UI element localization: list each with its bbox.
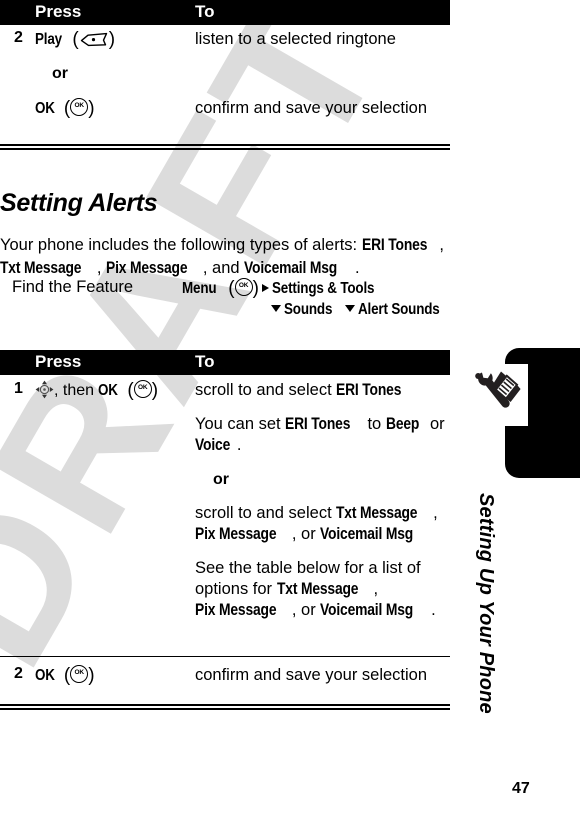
to-cell-primary: listen to a selected ringtone: [195, 29, 445, 50]
to-text: to: [362, 415, 386, 433]
ok-key-icon: [234, 278, 253, 296]
step-number: 2: [14, 29, 23, 46]
to-text: .: [236, 436, 242, 454]
intro-suffix: .: [354, 258, 360, 277]
press-cell-play: Play (): [35, 29, 116, 50]
to-text: .: [431, 601, 436, 619]
column-header-to: To: [195, 352, 215, 371]
column-header-press: Press: [35, 2, 82, 21]
intro-prefix: Your phone includes the following types …: [0, 235, 362, 254]
term-voice: Voice: [195, 436, 231, 454]
to-text: confirm and save your selection: [195, 666, 428, 684]
ok-key-icon: [133, 380, 152, 398]
menu-path-settings-tools: Settings & Tools: [271, 280, 375, 297]
ok-key-icon: [70, 98, 89, 116]
term-txt-message: Txt Message: [276, 580, 359, 598]
page-title: Setting Alerts: [0, 188, 158, 217]
to-text: listen to a selected ringtone: [195, 30, 396, 48]
column-header-to: To: [195, 2, 215, 21]
table-row: 1 , then OK () scroll to and select ERI …: [0, 375, 450, 657]
menu-path-alert-sounds: Alert Sounds: [357, 301, 440, 318]
table-bottom-rule: [0, 704, 450, 710]
to-text: You can set: [195, 415, 286, 433]
table-header-row: Press To: [0, 350, 450, 375]
to-text: confirm and save your selection: [195, 99, 428, 117]
step-number: 2: [14, 665, 23, 682]
to-paragraph-4: See the table below for a list of option…: [195, 558, 445, 621]
intro-sep: , and: [202, 258, 245, 277]
term-pix-message: Pix Message: [195, 525, 277, 543]
to-paragraph-2: You can set ERI Tones to Beep or Voice.: [195, 414, 445, 456]
to-text: , or: [291, 601, 321, 619]
term-voicemail-msg: Voicemail Msg: [320, 601, 414, 619]
to-paragraph-3: scroll to and select Txt Message, Pix Me…: [195, 503, 445, 545]
menu-path: Menu ()Settings & Tools SoundsAlert Soun…: [182, 278, 457, 320]
alert-term-voicemail-msg: Voicemail Msg: [244, 258, 338, 277]
press-cell-ok: OK (): [35, 98, 190, 120]
find-the-feature-row: Find the Feature Menu ()Settings & Tools…: [0, 278, 460, 326]
term-pix-message: Pix Message: [195, 601, 277, 619]
ok-label: OK: [35, 667, 55, 684]
table-bottom-rule: [0, 144, 450, 150]
to-text: scroll to and select: [195, 381, 337, 399]
step-number: 1: [14, 380, 23, 397]
find-the-feature-label: Find the Feature: [12, 278, 134, 296]
to-paragraph-1: scroll to and select ERI Tones: [195, 380, 445, 401]
column-header-press: Press: [35, 352, 82, 371]
or-separator: or: [52, 65, 68, 82]
intro-sep: ,: [439, 235, 444, 254]
press-cell-ok: OK (): [35, 665, 190, 687]
term-voicemail-msg: Voicemail Msg: [320, 525, 414, 543]
press-then-text: , then: [54, 382, 99, 399]
chevron-down-icon: [344, 305, 355, 312]
alert-term-pix-message: Pix Message: [106, 258, 188, 277]
nav-pad-icon: [35, 380, 54, 399]
to-text: or: [425, 415, 445, 433]
intro-paragraph: Your phone includes the following types …: [0, 234, 470, 280]
ok-label: OK: [35, 100, 55, 117]
table-header-row: Press To: [0, 0, 450, 25]
menu-label: Menu: [182, 280, 217, 297]
softkey-icon: [79, 32, 109, 47]
ok-key-icon: [70, 665, 89, 683]
alert-term-eri-tones: ERI Tones: [361, 235, 427, 254]
table-row: 2 Play () or OK () listen to a selected …: [0, 25, 450, 147]
press-cell-nav-ok: , then OK (): [35, 380, 190, 402]
term-txt-message: Txt Message: [336, 504, 418, 522]
chevron-right-icon: [261, 284, 269, 292]
to-cell: scroll to and select ERI Tones You can s…: [195, 380, 445, 621]
term-eri-tones: ERI Tones: [285, 415, 351, 433]
menu-path-sounds: Sounds: [284, 301, 333, 318]
to-text: ,: [433, 504, 438, 522]
page-number: 47: [512, 780, 530, 797]
to-text: ,: [373, 580, 379, 598]
to-text: , or: [291, 525, 321, 543]
wrench-screwdriver-icon: [468, 362, 530, 424]
term-beep: Beep: [385, 415, 420, 433]
to-cell-secondary: confirm and save your selection: [195, 98, 445, 119]
chevron-down-icon: [271, 305, 282, 312]
table-ringtone-steps: Press To 2 Play () or OK () listen to a …: [0, 0, 450, 150]
table-row: 2 OK () confirm and save your selection: [0, 657, 450, 719]
intro-sep: ,: [96, 258, 107, 277]
or-separator: or: [213, 471, 229, 488]
sidebar-section-title: Setting Up Your Phone: [475, 493, 497, 714]
term-eri-tones: ERI Tones: [336, 381, 402, 399]
table-alert-steps: Press To 1 , then OK () scroll to and se…: [0, 350, 450, 719]
alert-term-txt-message: Txt Message: [0, 258, 82, 277]
play-label: Play: [35, 31, 62, 48]
ok-label: OK: [98, 382, 119, 399]
to-cell: confirm and save your selection: [195, 665, 445, 686]
to-text: scroll to and select: [195, 504, 337, 522]
